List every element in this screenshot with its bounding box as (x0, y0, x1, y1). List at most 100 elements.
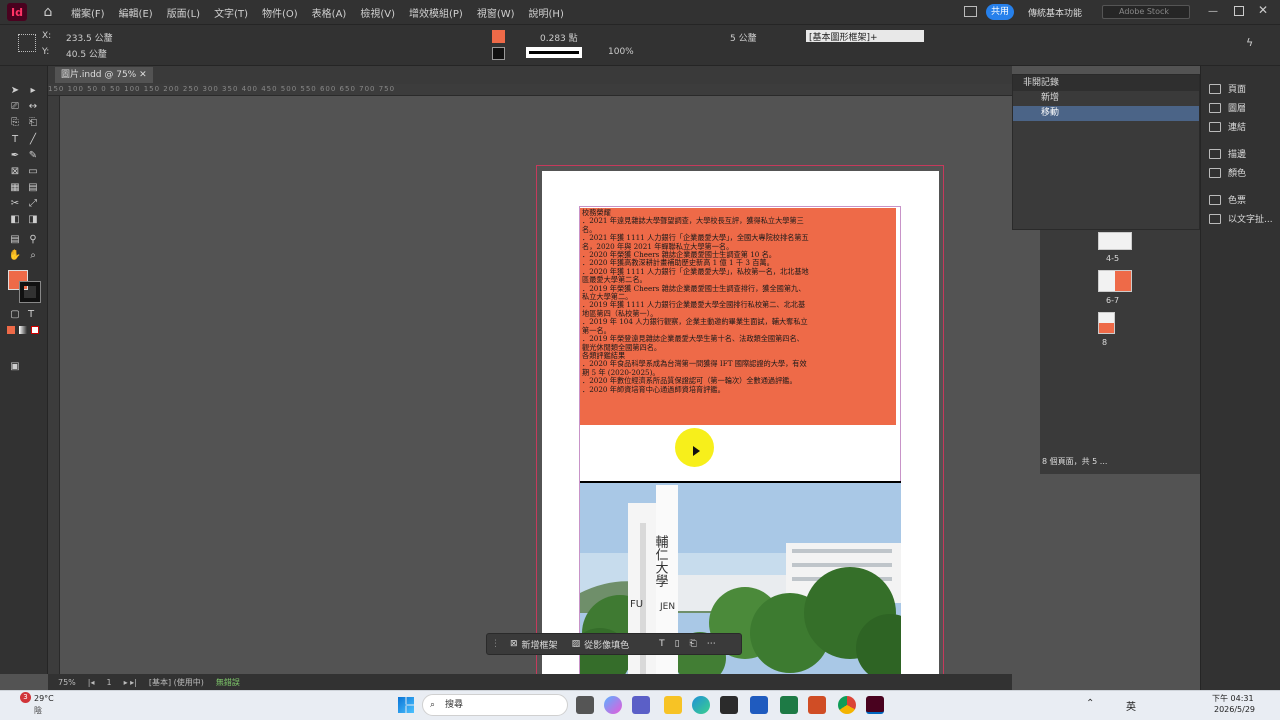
preflight-status[interactable]: 無錯誤 (216, 677, 240, 688)
page-tool-icon[interactable]: ⎚ (8, 101, 22, 113)
taskbar-search[interactable]: ⌕ 搜尋 (422, 694, 568, 716)
apply-none-icon[interactable] (31, 326, 39, 334)
clock-time[interactable]: 下午 04:31 (1212, 693, 1254, 704)
menu-view[interactable]: 檢視(V) (360, 5, 395, 20)
formatting-text-icon[interactable]: T (24, 309, 38, 321)
vertical-ruler[interactable] (48, 96, 60, 674)
menu-edit[interactable]: 編輯(E) (119, 5, 153, 20)
pencil-tool-icon[interactable]: ✎ (26, 150, 40, 162)
y-field[interactable]: 40.5 公釐 (66, 47, 107, 60)
maximize-button[interactable] (1234, 6, 1244, 16)
reference-point-icon[interactable] (18, 34, 36, 52)
apply-color-icon[interactable] (7, 326, 15, 334)
share-button[interactable]: 共用 (986, 4, 1014, 20)
rectangle-tool-icon[interactable]: ▭ (26, 166, 40, 178)
pen-tool-icon[interactable]: ✒ (8, 150, 22, 162)
screen-mode-icon[interactable] (964, 6, 977, 17)
next-page-icon[interactable]: ▸ ▸| (124, 678, 137, 687)
teams-icon[interactable] (632, 696, 650, 714)
fill-from-image-button[interactable]: 從影像填色 (584, 638, 629, 651)
menu-object[interactable]: 物件(O) (262, 5, 298, 20)
layer-row[interactable]: 新增 (1013, 91, 1199, 106)
spread-thumb[interactable] (1098, 232, 1132, 250)
workspace-switcher[interactable]: 傳統基本功能 (1028, 6, 1082, 19)
grid-tool-icon[interactable]: ▤ (26, 182, 40, 194)
type-icon[interactable]: T (659, 639, 665, 649)
type-tool-icon[interactable]: T (8, 134, 22, 146)
first-page-icon[interactable]: |◂ (88, 678, 95, 687)
spread-thumb[interactable] (1098, 270, 1132, 292)
stroke-weight-field[interactable]: 0.283 點 (540, 31, 578, 44)
dock-color[interactable]: 顏色 (1209, 166, 1246, 179)
page-number[interactable]: 1 (107, 678, 112, 687)
minimize-button[interactable]: — (1208, 6, 1218, 17)
opacity-field[interactable]: 100% (608, 47, 634, 57)
selection-tool-icon[interactable]: ➤ (8, 85, 22, 97)
rectangle-frame-tool-icon[interactable]: ⊠ (8, 166, 22, 178)
horizontal-ruler[interactable]: 150 100 50 0 50 100 150 200 250 300 350 … (48, 84, 1012, 96)
style-status[interactable]: [基本] (使用中) (149, 677, 204, 688)
menu-help[interactable]: 說明(H) (529, 5, 564, 20)
apply-gradient-icon[interactable] (19, 326, 27, 334)
gap-tool-icon[interactable]: ↔ (26, 101, 40, 113)
menu-file[interactable]: 檔案(F) (71, 5, 105, 20)
menu-plugins[interactable]: 增效模組(P) (409, 5, 463, 20)
gradient-tool-icon[interactable]: ◧ (8, 214, 22, 226)
new-frame-button[interactable]: 新增框架 (522, 638, 558, 651)
powerpoint-icon[interactable] (808, 696, 826, 714)
x-field[interactable]: 233.5 公釐 (66, 31, 113, 44)
dock-stroke[interactable]: 描邊 (1209, 147, 1246, 160)
indesign-taskbar-icon[interactable] (866, 696, 884, 714)
content-collector-icon[interactable]: ⎘ (8, 117, 22, 129)
dock-text-wrap[interactable]: 以文字扯... (1209, 212, 1273, 225)
copilot-icon[interactable] (604, 696, 622, 714)
file-explorer-icon[interactable] (664, 696, 682, 714)
ime-indicator[interactable]: 英 (1126, 698, 1136, 713)
word-icon[interactable] (750, 696, 768, 714)
document-icon[interactable]: ▯ (675, 639, 680, 649)
dock-swatches[interactable]: 色票 (1209, 193, 1246, 206)
stroke-type-select[interactable] (526, 47, 582, 58)
layer-row-selected[interactable]: 移動 (1013, 106, 1199, 121)
dock-links[interactable]: 連結 (1209, 120, 1246, 133)
spread-thumb[interactable] (1098, 312, 1115, 334)
task-view-icon[interactable] (576, 696, 594, 714)
tray-chevron-icon[interactable]: ⌃ (1086, 698, 1094, 709)
eyedropper-tool-icon[interactable]: ⚲ (26, 234, 40, 246)
link-icon[interactable]: ⎗ (690, 639, 697, 649)
stock-search-input[interactable]: Adobe Stock (1102, 5, 1190, 19)
more-icon[interactable]: ⋯ (707, 639, 716, 649)
document-tab[interactable]: 圖片.indd @ 75% ✕ (55, 67, 153, 83)
excel-icon[interactable] (780, 696, 798, 714)
menu-type[interactable]: 文字(T) (214, 5, 248, 20)
menu-layout[interactable]: 版面(L) (167, 5, 200, 20)
home-icon[interactable]: ⌂ (39, 3, 57, 21)
layers-panel-title[interactable]: 非開記錄 (1013, 75, 1199, 91)
line-tool-icon[interactable]: ╱ (26, 134, 40, 146)
dock-pages[interactable]: 頁面 (1209, 82, 1246, 95)
chrome-icon[interactable] (838, 696, 856, 714)
grip-icon[interactable]: ⋮ (491, 639, 500, 649)
zoom-tool-icon[interactable]: ⌕ (26, 250, 40, 262)
store-icon[interactable] (720, 696, 738, 714)
menu-table[interactable]: 表格(A) (312, 5, 347, 20)
weather-temp[interactable]: 29°C (34, 694, 54, 703)
edge-icon[interactable] (692, 696, 710, 714)
fill-swatch[interactable] (492, 30, 505, 43)
text-frame-school-honors[interactable]: 校務榮耀 ．2021 年遠見雜誌大學聲望調查，大學校長互評，獲得私立大學第三 名… (580, 208, 896, 425)
spacing-field[interactable]: 5 公釐 (730, 31, 757, 44)
hand-tool-icon[interactable]: ✋ (8, 250, 22, 262)
clock-date[interactable]: 2026/5/29 (1214, 705, 1255, 714)
stroke-color-swatch[interactable] (19, 281, 41, 303)
table-tool-icon[interactable]: ▦ (8, 182, 22, 194)
lightning-icon[interactable]: ϟ (1246, 36, 1253, 49)
stroke-swatch[interactable] (492, 47, 505, 60)
object-style-select[interactable]: [基本圖形框架]+ (806, 30, 924, 43)
dock-layers[interactable]: 圖層 (1209, 101, 1246, 114)
gradient-feather-tool-icon[interactable]: ◨ (26, 214, 40, 226)
note-tool-icon[interactable]: ▤ (8, 234, 22, 246)
menu-window[interactable]: 視窗(W) (477, 5, 515, 20)
screen-mode-normal-icon[interactable]: ▣ (8, 361, 22, 373)
formatting-container-icon[interactable]: ▢ (8, 309, 22, 321)
content-placer-icon[interactable]: ⎗ (26, 117, 40, 129)
